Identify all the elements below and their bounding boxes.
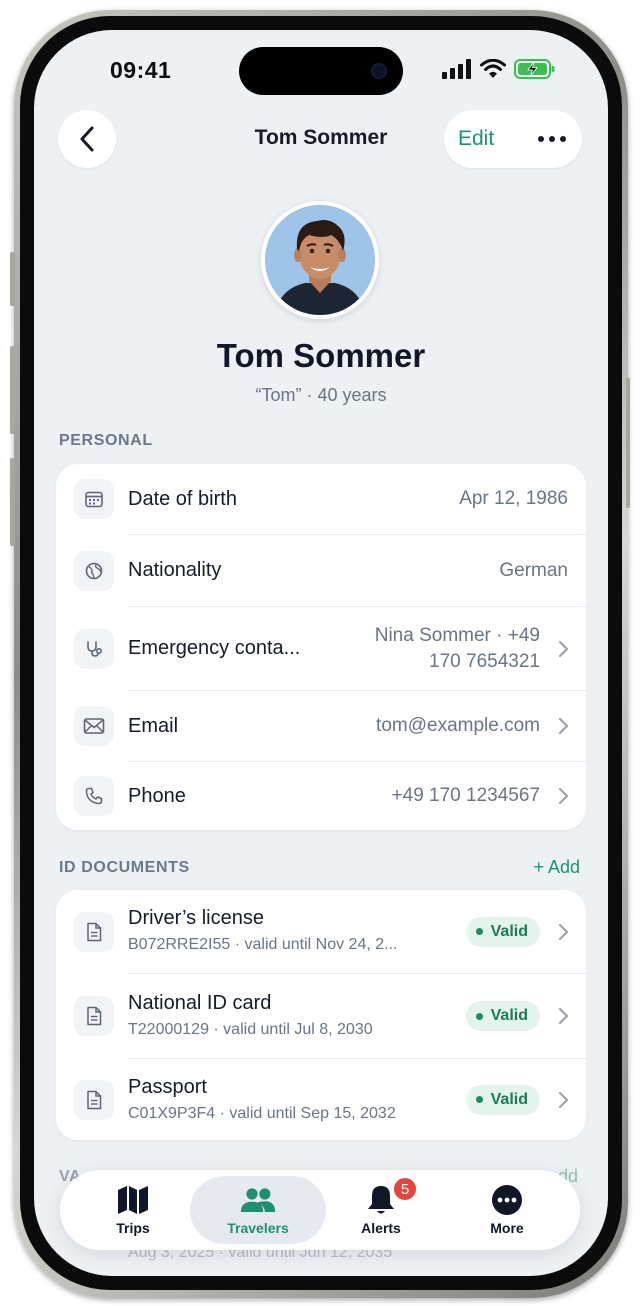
- profile-subtitle: “Tom” · 40 years: [255, 385, 387, 405]
- chevron-right-icon: [558, 640, 569, 657]
- emergency-contact-line-2: 170 7654321: [429, 650, 540, 672]
- tab-travelers[interactable]: Travelers: [190, 1176, 326, 1244]
- tab-label: Alerts: [361, 1220, 401, 1236]
- edit-button[interactable]: Edit: [458, 127, 494, 151]
- chevron-right-icon: [558, 1007, 569, 1025]
- row-date-of-birth: Date of birth Apr 12, 1986: [56, 464, 586, 534]
- document-row-drivers-license[interactable]: Driver’s license B072RRE2I55 · valid unt…: [56, 890, 586, 973]
- tab-label: Trips: [116, 1220, 150, 1236]
- document-icon: [74, 996, 114, 1036]
- row-value: German: [499, 559, 568, 581]
- more-options-icon[interactable]: [538, 136, 566, 142]
- row-label: Nationality: [128, 559, 222, 581]
- dynamic-island: [239, 47, 403, 95]
- status-badge: Valid: [465, 916, 540, 947]
- screen: 09:41 Tom Sommer Edit Tom Sommer “Tom” ·…: [34, 30, 608, 1276]
- volume-down-button: [10, 458, 15, 546]
- tab-alerts[interactable]: Alerts: [326, 1170, 436, 1250]
- cellular-signal-icon: [442, 59, 471, 79]
- back-button[interactable]: [58, 110, 116, 168]
- row-value: Apr 12, 1986: [459, 488, 568, 509]
- section-label-personal: PERSONAL: [59, 432, 153, 449]
- document-subtitle: C01X9P3F4 · valid until Sep 15, 2032: [128, 1105, 396, 1122]
- wifi-icon: [480, 59, 506, 78]
- status-time: 09:41: [110, 57, 172, 83]
- row-email[interactable]: Email tom@example.com: [56, 691, 586, 761]
- emergency-contact-line-1: Nina Sommer · +49: [374, 624, 540, 646]
- power-button: [626, 378, 630, 508]
- calendar-icon: [74, 479, 114, 519]
- row-phone[interactable]: Phone +49 170 1234567: [56, 762, 586, 830]
- chevron-right-icon: [558, 717, 569, 735]
- document-title: Driver’s license: [128, 907, 264, 929]
- avatar: [261, 201, 379, 319]
- nav-title: Tom Sommer: [254, 126, 388, 149]
- row-value: +49 170 1234567: [391, 785, 540, 806]
- document-icon: [74, 1079, 114, 1120]
- tab-trips[interactable]: Trips: [78, 1170, 188, 1250]
- document-row-national-id[interactable]: National ID card T22000129 · valid until…: [56, 974, 586, 1058]
- chevron-left-icon: [80, 126, 94, 152]
- add-document-button[interactable]: + Add: [533, 857, 580, 878]
- mail-icon: [74, 706, 114, 746]
- action-button: [10, 252, 15, 306]
- profile-name: Tom Sommer: [216, 337, 426, 374]
- personal-card: Date of birth Apr 12, 1986 Nationality G…: [56, 464, 586, 830]
- row-label: Emergency conta...: [128, 637, 301, 659]
- row-value: Nina Sommer · +49 170 7654321: [375, 623, 540, 675]
- status-icons: [442, 58, 556, 80]
- row-emergency-contact[interactable]: Emergency conta... Nina Sommer · +49 170…: [56, 607, 586, 690]
- row-label: Date of birth: [128, 487, 237, 510]
- id-documents-card: Driver’s license B072RRE2I55 · valid unt…: [56, 890, 586, 1140]
- row-label: Email: [128, 714, 179, 737]
- document-subtitle: T22000129 · valid until Jul 8, 2030: [128, 1021, 373, 1038]
- document-title: Passport: [128, 1076, 207, 1098]
- row-nationality: Nationality German: [56, 535, 586, 606]
- phone-icon: [74, 776, 114, 816]
- document-row-passport[interactable]: Passport C01X9P3F4 · valid until Sep 15,…: [56, 1059, 586, 1140]
- tab-bar: Trips Travelers Alerts More: [60, 1170, 580, 1250]
- document-title: National ID card: [128, 992, 272, 1014]
- row-label: Phone: [128, 784, 186, 807]
- nav-actions: Edit: [444, 110, 582, 168]
- row-value: tom@example.com: [376, 715, 540, 736]
- document-subtitle: B072RRE2I55 · valid until Nov 24, 2...: [128, 936, 398, 953]
- globe-icon: [74, 550, 114, 591]
- status-badge: Valid: [465, 1084, 540, 1115]
- stethoscope-icon: [74, 628, 114, 669]
- alerts-count-badge: 5: [392, 1176, 418, 1202]
- tab-label: More: [490, 1220, 524, 1236]
- camera-icon: [371, 63, 387, 79]
- chevron-right-icon: [558, 923, 569, 940]
- status-badge: Valid: [465, 1001, 540, 1031]
- volume-up-button: [10, 346, 15, 434]
- document-icon: [74, 911, 114, 952]
- section-label-id-documents: ID DOCUMENTS: [59, 859, 190, 876]
- chevron-right-icon: [558, 787, 569, 805]
- profile-photo: [265, 205, 375, 315]
- map-icon: [115, 1184, 151, 1216]
- battery-charging-icon: [514, 59, 555, 79]
- more-icon: [489, 1184, 525, 1216]
- people-icon: [240, 1184, 276, 1216]
- tab-label: Travelers: [227, 1220, 289, 1236]
- chevron-right-icon: [558, 1091, 569, 1108]
- tab-more[interactable]: More: [452, 1170, 562, 1250]
